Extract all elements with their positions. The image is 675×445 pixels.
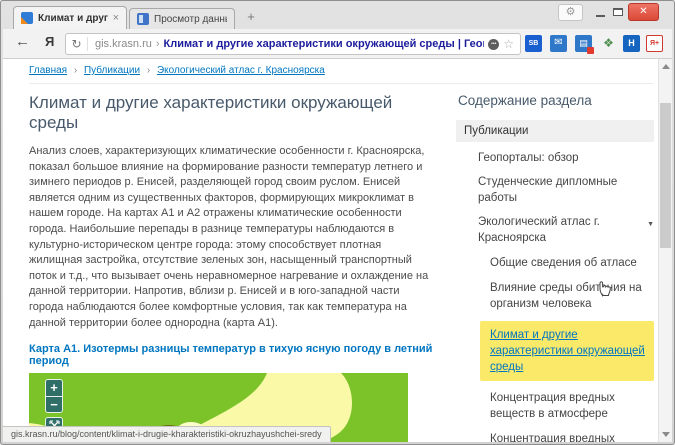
minimize-button[interactable] [593,5,608,20]
scroll-up-icon[interactable] [662,64,670,69]
tab-strip: Климат и другие хара × Просмотр данных +… [1,1,674,29]
sidebar-item-publications[interactable]: Публикации [456,120,654,142]
url-domain: gis.krasn.ru [95,38,152,50]
switcher-extension-icon[interactable]: ❖ [600,35,617,52]
sidebar-child-environment-impact[interactable]: Влияние среды обитания на организм челов… [490,280,654,312]
downloads-extension-icon[interactable]: ▤ [575,35,592,52]
settings-gear-icon[interactable]: ⚙ [558,4,583,21]
sidebar-heading: Содержание раздела [458,93,654,108]
article-content: Климат и другие характеристики окружающе… [29,83,433,442]
back-button[interactable]: ← [15,33,30,50]
url-separator: › [156,38,160,50]
yandex-plus-extension-icon[interactable]: Я+ [646,35,663,52]
sberbank-extension-icon[interactable]: SB [525,35,542,52]
tab-title: Просмотр данных [154,14,227,25]
h-extension-icon[interactable]: H [623,35,640,52]
maximize-button[interactable] [611,5,626,20]
sidebar-item-geoportals[interactable]: Геопорталы: обзор [478,150,654,166]
page-viewport: Главная › Публикации › Экологический атл… [3,59,672,442]
sidebar-item-label: Экологический атлас г. Красноярска [478,216,600,244]
sidebar-child-snow-pollution[interactable]: Концентрация вредных веществ в снежном п… [490,431,654,442]
breadcrumb-atlas-link[interactable]: Экологический атлас г. Красноярска [157,65,325,76]
sidebar-item-eco-atlas[interactable]: Экологический атлас г. Красноярска ▼ [478,214,654,246]
breadcrumb-separator: › [147,65,150,76]
page-title: Климат и другие характеристики окружающе… [29,93,433,133]
close-window-button[interactable]: ✕ [628,3,659,21]
tab-title: Климат и другие хара [38,13,108,24]
chevron-down-icon: ▼ [647,217,654,233]
breadcrumb-separator: › [74,65,77,76]
new-tab-button[interactable]: + [243,9,259,25]
mail-extension-icon[interactable]: ✉ [550,35,567,52]
bookmark-star-icon[interactable]: ☆ [503,37,514,51]
url-page-title: Климат и другие характеристики окружающе… [164,38,485,50]
map-zoom-out-button[interactable]: − [45,396,63,413]
sidebar-item-student-works[interactable]: Студенческие дипломные работы [478,174,654,206]
geoportal-favicon-icon [21,12,33,24]
adblock-badge-icon[interactable]: ••• [488,39,499,50]
reload-icon[interactable]: ↻ [66,37,88,51]
address-bar[interactable]: ↻ gis.krasn.ru › Климат и другие характе… [65,33,521,55]
sidebar-child-air-pollution[interactable]: Концентрация вредных веществ в атмосфере [490,390,654,422]
breadcrumb-publications-link[interactable]: Публикации [84,65,140,76]
tab-climate[interactable]: Климат и другие хара × [13,6,127,29]
sidebar-child-climate-active[interactable]: Климат и другие характеристики окружающе… [480,321,654,381]
section-sidebar: Содержание раздела Публикации Геопорталы… [456,83,654,442]
page-scrollbar[interactable] [658,59,672,442]
scroll-down-icon[interactable] [662,432,670,437]
data-viewer-favicon-icon [137,13,149,25]
scrollbar-thumb[interactable] [660,103,671,248]
tab-close-icon[interactable]: × [113,12,119,24]
breadcrumb: Главная › Публикации › Экологический атл… [29,65,653,84]
tab-data-viewer[interactable]: Просмотр данных [129,8,235,29]
yandex-button[interactable]: Я [45,34,54,49]
status-url-tooltip: gis.krasn.ru/blog/content/klimat-i-drugi… [3,426,331,442]
breadcrumb-home-link[interactable]: Главная [29,65,67,76]
article-paragraph-1: Анализ слоев, характеризующих климатичес… [29,144,433,331]
browser-window: Климат и другие хара × Просмотр данных +… [0,0,675,445]
mouse-cursor-icon [597,279,614,303]
map-zoom-in-button[interactable]: + [45,379,63,396]
sidebar-child-atlas-info[interactable]: Общие сведения об атласе [490,255,654,271]
browser-toolbar: ← Я ↻ gis.krasn.ru › Климат и другие хар… [3,29,672,59]
map-caption-link[interactable]: Карта А1. Изотермы разницы температур в … [29,343,432,367]
screenshot-root: Климат и другие хара × Просмотр данных +… [0,0,675,445]
